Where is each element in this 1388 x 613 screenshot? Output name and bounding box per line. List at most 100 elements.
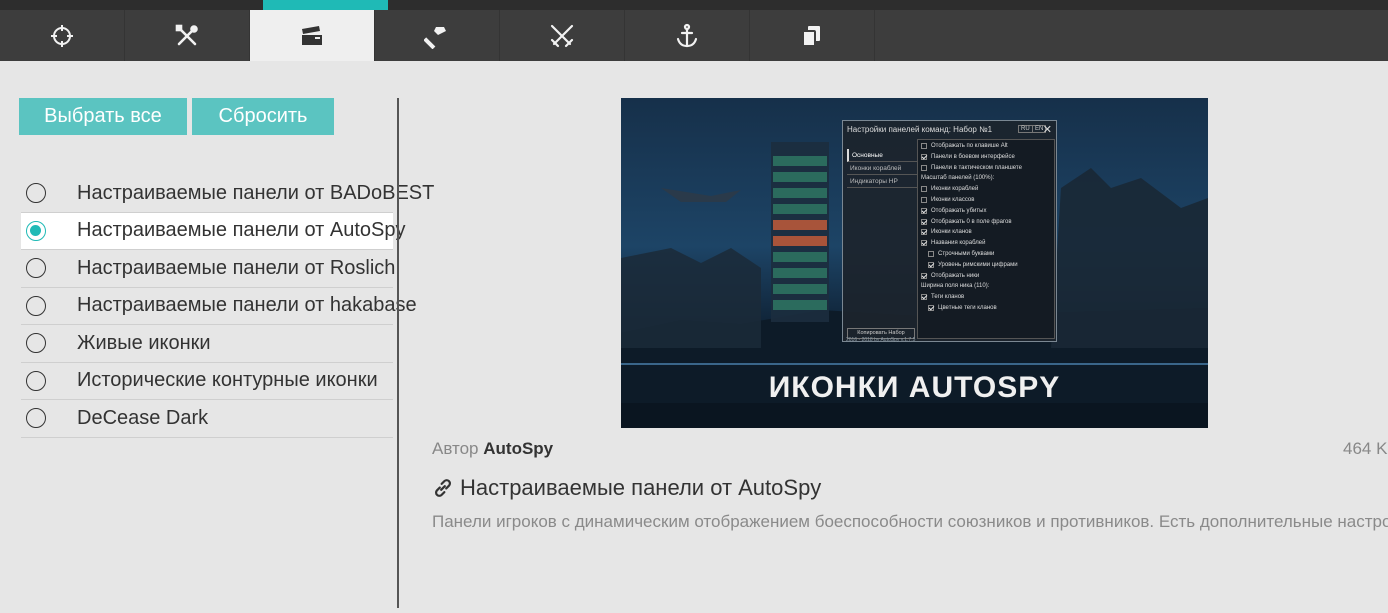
author-line: Автор AutoSpy: [432, 439, 553, 459]
preview-menu-item: Иконки кораблей: [847, 162, 917, 175]
preview-option-label: Иконки кланов: [931, 229, 972, 236]
preview-option-label: Отображать убитых: [931, 207, 987, 214]
preview-menu: Основные Иконки кораблей Индикаторы HP: [847, 149, 917, 188]
mod-item-label: Настраиваемые панели от BADoBEST: [77, 181, 435, 204]
clapperboard-icon: [302, 25, 322, 45]
copy-icon: [802, 25, 820, 47]
author-label: Автор: [432, 439, 479, 458]
preview-option-label: Уровень римскими цифрами: [938, 261, 1018, 268]
mod-item-label: Исторические контурные иконки: [77, 369, 378, 392]
mod-item-decease-dark[interactable]: DeCease Dark: [21, 400, 393, 438]
preview-option: Названия кораблей: [921, 240, 986, 247]
radio-button[interactable]: [26, 295, 46, 316]
mod-item-badobest[interactable]: Настраиваемые панели от BADoBEST: [21, 175, 434, 213]
preview-option: Отображать ники: [921, 272, 980, 279]
hammer-icon: [424, 26, 446, 49]
preview-checkbox: [928, 305, 934, 311]
preview-option: Цветные теги кланов: [928, 305, 997, 311]
preview-option-label: Названия кораблей: [931, 240, 986, 247]
preview-option-label: Цветные теги кланов: [938, 305, 997, 311]
radio-button-selected[interactable]: [26, 220, 46, 241]
preview-checkbox: [921, 240, 927, 247]
preview-option: Отображать по клавише Alt: [921, 143, 1008, 149]
radio-button[interactable]: [26, 258, 46, 279]
preview-checkbox: [921, 229, 927, 236]
file-size: 464 KB: [1343, 439, 1388, 458]
preview-lang-ru: RU: [1018, 125, 1033, 133]
preview-footer: 2016 - 2018 by AutoSpy v.1.7.5: [846, 337, 916, 343]
mod-item-label: Настраиваемые панели от Roslich: [77, 256, 396, 279]
preview-option: Отображать 0 в поле фрагов: [921, 218, 1012, 225]
preview-checkbox: [921, 294, 927, 301]
player-list-mock: [771, 142, 829, 322]
reset-button[interactable]: Сбросить: [192, 98, 334, 135]
preview-option-label: Панели в боевом интерфейсе: [931, 153, 1015, 160]
mod-title: Настраиваемые панели от AutoSpy: [432, 475, 821, 501]
crossed-swords-icon: [550, 24, 574, 47]
preview-title: ИКОНКИ AUTOSPY: [768, 371, 1061, 404]
tab-tools[interactable]: [125, 10, 250, 61]
preview-window-title: Настройки панелей команд: Набор №1: [847, 125, 993, 134]
radio-button[interactable]: [26, 408, 46, 429]
preview-checkbox: [921, 186, 927, 193]
mod-item-live-icons[interactable]: Живые иконки: [21, 325, 393, 363]
tab-ships[interactable]: [625, 10, 750, 61]
preview-checkbox: [921, 218, 927, 225]
tab-interface[interactable]: [250, 10, 375, 61]
author-name: AutoSpy: [483, 439, 554, 458]
mod-item-roslich[interactable]: Настраиваемые панели от Roslich: [21, 250, 396, 288]
preview-option: Масштаб панелей (100%):: [921, 175, 994, 181]
anchor-icon: [676, 23, 698, 47]
mod-item-label: Настраиваемые панели от AutoSpy: [77, 219, 406, 242]
mod-item-label: DeCease Dark: [77, 406, 209, 429]
preview-settings-window: Настройки панелей команд: Набор №1 RU EN…: [842, 120, 1057, 342]
radio-button[interactable]: [26, 183, 46, 204]
preview-option-label: Панели в тактическом планшете: [931, 164, 1022, 171]
preview-close-icon: ✕: [1042, 124, 1052, 136]
preview-option: Уровень римскими цифрами: [928, 261, 1018, 268]
mod-item-historical-icons[interactable]: Исторические контурные иконки: [21, 363, 393, 400]
preview-checkbox: [928, 261, 934, 268]
preview-option-label: Масштаб панелей (100%):: [921, 175, 995, 182]
active-section-indicator: [263, 0, 388, 10]
preview-options-list: Отображать по клавише Alt Панели в боевом…: [917, 139, 1055, 339]
radio-button[interactable]: [26, 333, 46, 354]
preview-option-label: Иконки кораблей: [931, 186, 979, 193]
preview-option: Иконки кораблей: [921, 186, 979, 193]
preview-checkbox: [921, 143, 927, 149]
preview-checkbox: [928, 251, 934, 257]
preview-checkbox: [921, 197, 927, 203]
preview-option-label: Отображать 0 в поле фрагов: [931, 218, 1012, 225]
tab-crosshair[interactable]: [0, 10, 125, 61]
tab-battle[interactable]: [500, 10, 625, 61]
preview-option: Иконки кланов: [921, 229, 972, 236]
mod-title-text: Настраиваемые панели от AutoSpy: [460, 475, 822, 500]
tab-other[interactable]: [750, 10, 875, 61]
preview-option: Иконки классов: [921, 197, 974, 203]
preview-option-label: Отображать по клавише Alt: [931, 143, 1008, 149]
link-icon: [435, 479, 451, 497]
tab-hammer[interactable]: [375, 10, 500, 61]
preview-option-label: Ширина поля ника (110):: [921, 283, 990, 290]
preview-checkbox: [921, 153, 927, 160]
preview-option: Панели в боевом интерфейсе: [921, 153, 1015, 160]
preview-menu-item: Основные: [847, 149, 917, 162]
preview-option: Теги кланов: [921, 294, 965, 301]
preview-option: Отображать убитых: [921, 207, 987, 214]
preview-checkbox: [921, 164, 927, 171]
radio-button[interactable]: [26, 370, 46, 391]
preview-option: Строчными буквами: [928, 251, 994, 257]
mod-list: Настраиваемые панели от BADoBEST Настраи…: [21, 175, 434, 438]
preview-option-label: Иконки классов: [931, 197, 975, 203]
preview-option-label: Теги кланов: [931, 294, 965, 301]
preview-option: Ширина поля ника (110):: [921, 283, 989, 289]
preview-option-label: Отображать ники: [931, 272, 980, 279]
mod-item-label: Настраиваемые панели от hakabase: [77, 294, 417, 317]
mod-item-autospy[interactable]: Настраиваемые панели от AutoSpy: [21, 212, 405, 250]
tools-icon: [175, 24, 198, 45]
mod-item-hakabase[interactable]: Настраиваемые панели от hakabase: [21, 288, 417, 325]
select-all-button[interactable]: Выбрать все: [19, 98, 187, 135]
preview-checkbox: [921, 272, 927, 279]
panel-divider: [397, 98, 399, 608]
mod-item-label: Живые иконки: [77, 331, 211, 354]
